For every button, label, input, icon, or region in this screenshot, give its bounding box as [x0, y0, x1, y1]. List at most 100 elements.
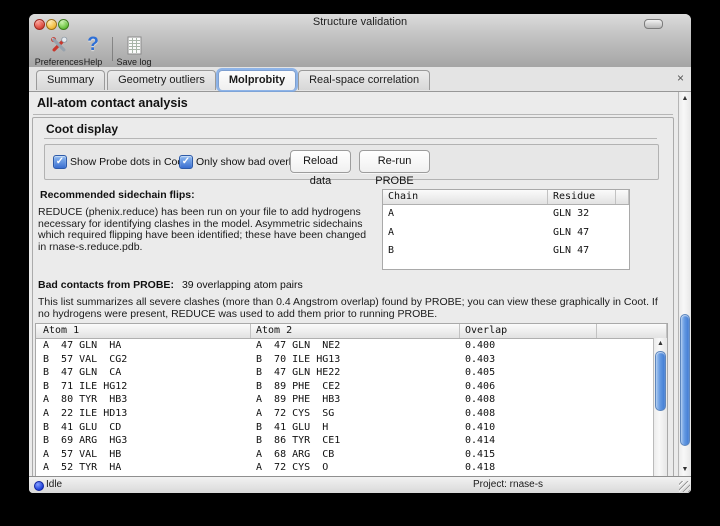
table-cell: 0.403 — [460, 353, 597, 367]
status-bar: Idle Project: rnase-s — [29, 476, 691, 493]
preferences-button[interactable]: Preferences — [35, 34, 83, 67]
table-cell: 0.400 — [460, 339, 597, 353]
table-cell: 0.418 — [460, 461, 597, 475]
column-header-chain[interactable]: Chain — [383, 190, 548, 204]
table-cell: A 80 TYR HB3 — [36, 393, 251, 407]
table-cell: A 47 GLN NE2 — [251, 339, 460, 353]
table-cell: 0.408 — [460, 393, 597, 407]
tab-real-space-correlation[interactable]: Real-space correlation — [298, 70, 430, 90]
resize-grip[interactable] — [679, 481, 690, 492]
spreadsheet-icon — [127, 34, 142, 56]
column-header-atom1[interactable]: Atom 1 — [36, 324, 251, 338]
only-bad-overlaps-checkbox[interactable]: ✓ — [179, 155, 193, 169]
table-cell: B 70 ILE HG13 — [251, 353, 460, 367]
reload-data-button[interactable]: Reload data — [290, 150, 351, 173]
table-row[interactable]: A 52 TYR HAA 72 CYS O0.418 — [36, 461, 667, 475]
table-cell: 0.415 — [460, 448, 597, 462]
sidechain-flips-description: REDUCE (phenix.reduce) has been run on y… — [38, 207, 376, 253]
tabs: Summary Geometry outliers Molprobity Rea… — [36, 70, 430, 90]
table-cell: B 71 ILE HG12 — [36, 380, 251, 394]
table-row[interactable]: B 69 ARG HG3B 86 TYR CE10.414 — [36, 434, 667, 448]
table-cell: 0.414 — [460, 434, 597, 448]
tab-summary[interactable]: Summary — [36, 70, 105, 90]
table-row[interactable]: AGLN 32 — [383, 205, 629, 224]
table-cell: B 41 GLU CD — [36, 421, 251, 435]
scroll-up-icon[interactable]: ▲ — [679, 93, 691, 105]
coot-display-title: Coot display — [46, 122, 118, 136]
column-header-empty — [597, 324, 667, 338]
divider — [33, 114, 673, 115]
table-cell: A 52 TYR HA — [36, 461, 251, 475]
table-cell: A 72 CYS O — [251, 461, 460, 475]
table-cell: A — [383, 224, 548, 243]
toolbar-toggle-button[interactable] — [644, 19, 663, 29]
table-row[interactable]: BGLN 47 — [383, 242, 629, 261]
page-scrollbar-thumb[interactable] — [680, 314, 690, 446]
table-cell: GLN 47 — [548, 224, 616, 243]
column-header-empty — [616, 190, 629, 204]
project-label: Project: rnase-s — [473, 479, 543, 490]
table-row[interactable]: B 57 VAL CG2B 70 ILE HG130.403 — [36, 353, 667, 367]
coot-controls-box: ✓ Show Probe dots in Coot ✓ Only show ba… — [44, 144, 659, 180]
table-row[interactable]: B 71 ILE HG12B 89 PHE CE20.406 — [36, 380, 667, 394]
status-text: Idle — [46, 479, 62, 490]
window-title: Structure validation — [29, 16, 691, 28]
table-cell: A 89 PHE HB3 — [251, 393, 460, 407]
table-row[interactable]: A 80 TYR HB3A 89 PHE HB30.408 — [36, 393, 667, 407]
help-button[interactable]: ? Help — [79, 34, 107, 67]
table-cell: GLN 47 — [548, 242, 616, 261]
table-cell: A 22 ILE HD13 — [36, 407, 251, 421]
table-row[interactable]: A 22 ILE HD13A 72 CYS SG0.408 — [36, 407, 667, 421]
molprobity-panel: All-atom contact analysis Coot display ✓… — [29, 92, 679, 477]
bad-contacts-description: This list summarizes all severe clashes … — [38, 297, 667, 320]
table-cell: B 86 TYR CE1 — [251, 434, 460, 448]
table-cell: A 57 VAL HB — [36, 448, 251, 462]
close-icon[interactable]: × — [677, 72, 684, 84]
help-label: Help — [84, 57, 103, 67]
table-row[interactable]: B 41 GLU CDB 41 GLU H0.410 — [36, 421, 667, 435]
table-row[interactable]: B 47 GLN CAB 47 GLN HE220.405 — [36, 366, 667, 380]
tab-molprobity[interactable]: Molprobity — [218, 70, 296, 90]
question-icon: ? — [87, 34, 99, 56]
status-led-icon — [34, 481, 44, 491]
preferences-label: Preferences — [35, 57, 84, 67]
table-cell: 0.408 — [460, 407, 597, 421]
page-title: All-atom contact analysis — [37, 96, 188, 110]
sidechain-flips-table: Chain Residue AGLN 32AGLN 47BGLN 47 — [382, 189, 630, 270]
page-scrollbar[interactable]: ▲ ▼ — [678, 92, 691, 477]
show-probe-dots-label: Show Probe dots in Coot — [70, 156, 186, 168]
table-row[interactable]: AGLN 47 — [383, 224, 629, 243]
table-cell: A 68 ARG CB — [251, 448, 460, 462]
table-header: Atom 1 Atom 2 Overlap — [36, 324, 667, 339]
rerun-probe-button[interactable]: Re-run PROBE — [359, 150, 430, 173]
table-cell: A 72 CYS SG — [251, 407, 460, 421]
table-body: AGLN 32AGLN 47BGLN 47 — [383, 205, 629, 261]
bad-contacts-heading: Bad contacts from PROBE:39 overlapping a… — [38, 279, 303, 291]
contacts-table-scrollbar[interactable]: ▲ — [653, 338, 667, 477]
tab-bar: Summary Geometry outliers Molprobity Rea… — [29, 67, 691, 92]
bad-contacts-label: Bad contacts from PROBE: — [38, 279, 174, 291]
column-header-atom2[interactable]: Atom 2 — [251, 324, 460, 338]
bad-contacts-table: Atom 1 Atom 2 Overlap A 47 GLN HAA 47 GL… — [35, 323, 668, 477]
sidechain-flips-heading: Recommended sidechain flips: — [40, 189, 195, 201]
column-header-overlap[interactable]: Overlap — [460, 324, 597, 338]
scroll-up-icon[interactable]: ▲ — [654, 338, 667, 350]
column-header-residue[interactable]: Residue — [548, 190, 616, 204]
table-header: Chain Residue — [383, 190, 629, 205]
scroll-down-icon[interactable]: ▼ — [679, 464, 691, 476]
contacts-scrollbar-thumb[interactable] — [655, 351, 666, 411]
table-cell: A 47 GLN HA — [36, 339, 251, 353]
titlebar-toolbar: Structure validation Preferences ? Help — [29, 14, 691, 68]
table-cell: 0.410 — [460, 421, 597, 435]
table-cell: B 69 ARG HG3 — [36, 434, 251, 448]
table-row[interactable]: A 47 GLN HAA 47 GLN NE20.400 — [36, 339, 667, 353]
table-row[interactable]: A 57 VAL HBA 68 ARG CB0.415 — [36, 448, 667, 462]
save-log-button[interactable]: Save log — [115, 34, 153, 67]
table-cell: B 89 PHE CE2 — [251, 380, 460, 394]
tools-icon — [48, 34, 70, 56]
divider — [44, 138, 657, 139]
table-cell: B 41 GLU H — [251, 421, 460, 435]
show-probe-dots-checkbox[interactable]: ✓ — [53, 155, 67, 169]
structure-validation-window: Structure validation Preferences ? Help — [29, 14, 691, 493]
tab-geometry-outliers[interactable]: Geometry outliers — [107, 70, 216, 90]
